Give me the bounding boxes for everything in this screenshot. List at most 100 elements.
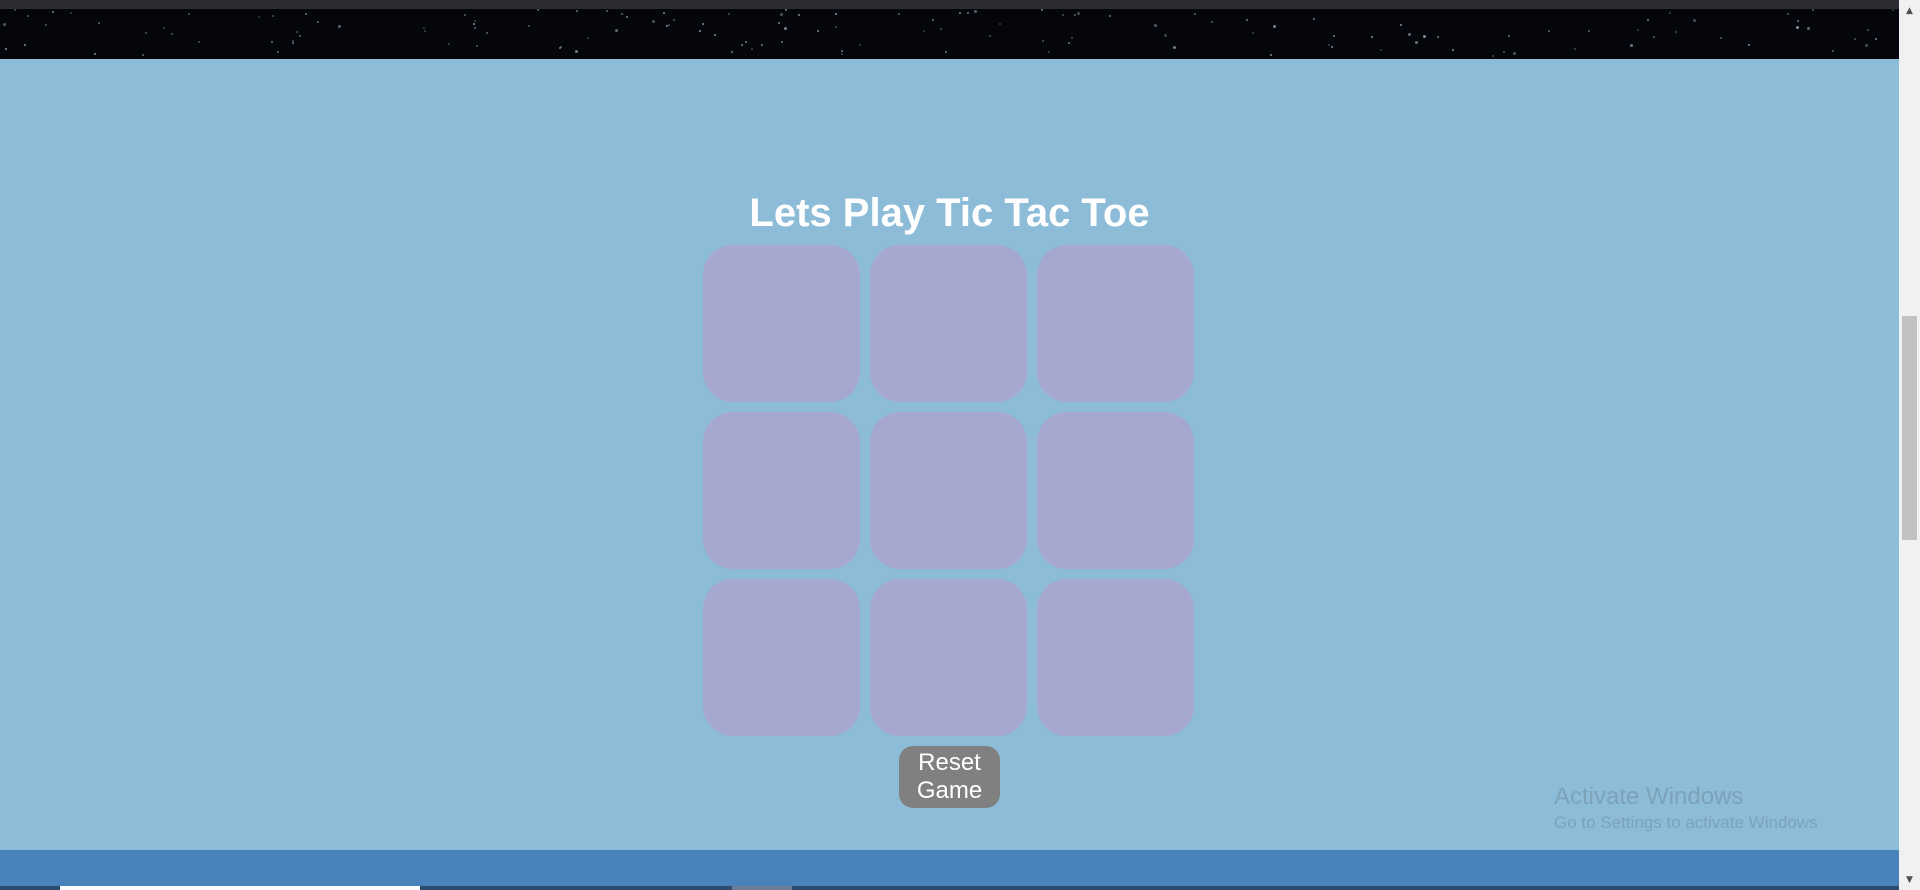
star [1415,41,1418,44]
scroll-up-arrow-icon[interactable]: ▲ [1899,2,1920,19]
star [835,26,837,28]
star [1720,37,1722,39]
star [1194,13,1196,15]
board-cell-0-2[interactable] [1037,245,1194,402]
star [702,23,704,25]
star [1423,35,1426,38]
star [537,9,539,11]
star [663,12,665,14]
star [1331,46,1333,48]
star [989,35,991,37]
star [606,10,608,12]
star [1796,26,1799,29]
star [728,13,730,15]
star [1173,46,1176,49]
star [1041,9,1043,11]
star [1865,44,1868,47]
star [305,13,307,15]
star [1588,30,1590,32]
star [841,50,843,52]
star [761,44,763,46]
star [959,12,961,14]
star [699,30,701,32]
watermark-title: Activate Windows [1554,783,1744,810]
star [1068,42,1070,44]
star [98,22,100,24]
star [474,27,476,29]
star [423,27,425,29]
board-cell-1-2[interactable] [1037,412,1194,569]
board-cell-0-0[interactable] [703,245,860,402]
star [1408,33,1411,36]
board-cell-2-1[interactable] [870,579,1027,736]
scrollbar-thumb[interactable] [1902,316,1917,540]
star [1452,49,1454,51]
star [784,27,787,30]
star [621,13,623,15]
star [1787,13,1789,15]
star [171,33,173,35]
board-cell-1-1[interactable] [870,412,1027,569]
star [576,10,578,12]
board-cell-1-0[interactable] [703,412,860,569]
star [1812,9,1814,11]
star [1832,50,1834,52]
star [528,25,530,27]
star [474,20,476,22]
vertical-scrollbar[interactable]: ▲ ▼ [1899,0,1920,890]
star [45,24,47,26]
star [778,22,780,24]
star [296,31,298,33]
star [1400,24,1402,26]
star [198,41,200,43]
star [1875,38,1877,40]
star [473,23,475,25]
star [1154,24,1157,27]
star [1669,12,1671,14]
star [798,14,800,16]
star [476,45,478,47]
star [272,15,274,17]
star [741,44,743,46]
star [1042,40,1044,42]
footer-highlight-secondary [732,886,792,890]
star [1574,48,1576,50]
star [967,12,969,14]
star [1630,44,1633,47]
star [1637,29,1639,31]
star [817,30,819,32]
star [188,13,190,15]
star [1371,36,1373,38]
board-cell-2-0[interactable] [703,579,860,736]
star [52,11,54,13]
star [1062,14,1064,16]
star [575,50,578,53]
game-board [703,245,1194,736]
star [745,41,747,43]
reset-game-button[interactable]: Reset Game [899,746,1000,808]
star [780,13,783,16]
starfield-banner [0,9,1899,59]
star [464,14,466,16]
star [24,44,26,46]
star [1313,18,1315,20]
window-top-edge [0,0,1920,9]
star [835,13,837,15]
star [1077,12,1080,15]
star [785,9,787,11]
activate-windows-watermark: Activate Windows Go to Settings to activ… [1554,782,1818,834]
scroll-down-arrow-icon[interactable]: ▼ [1899,871,1920,888]
star [1513,52,1516,55]
star [923,30,925,32]
star [338,25,341,28]
board-cell-0-1[interactable] [870,245,1027,402]
star [841,53,843,55]
star [1333,35,1335,37]
star [1437,36,1439,38]
star [277,51,279,53]
star [626,16,628,18]
star [940,28,942,30]
star [615,29,618,32]
board-cell-2-2[interactable] [1037,579,1194,736]
star [1492,55,1494,57]
